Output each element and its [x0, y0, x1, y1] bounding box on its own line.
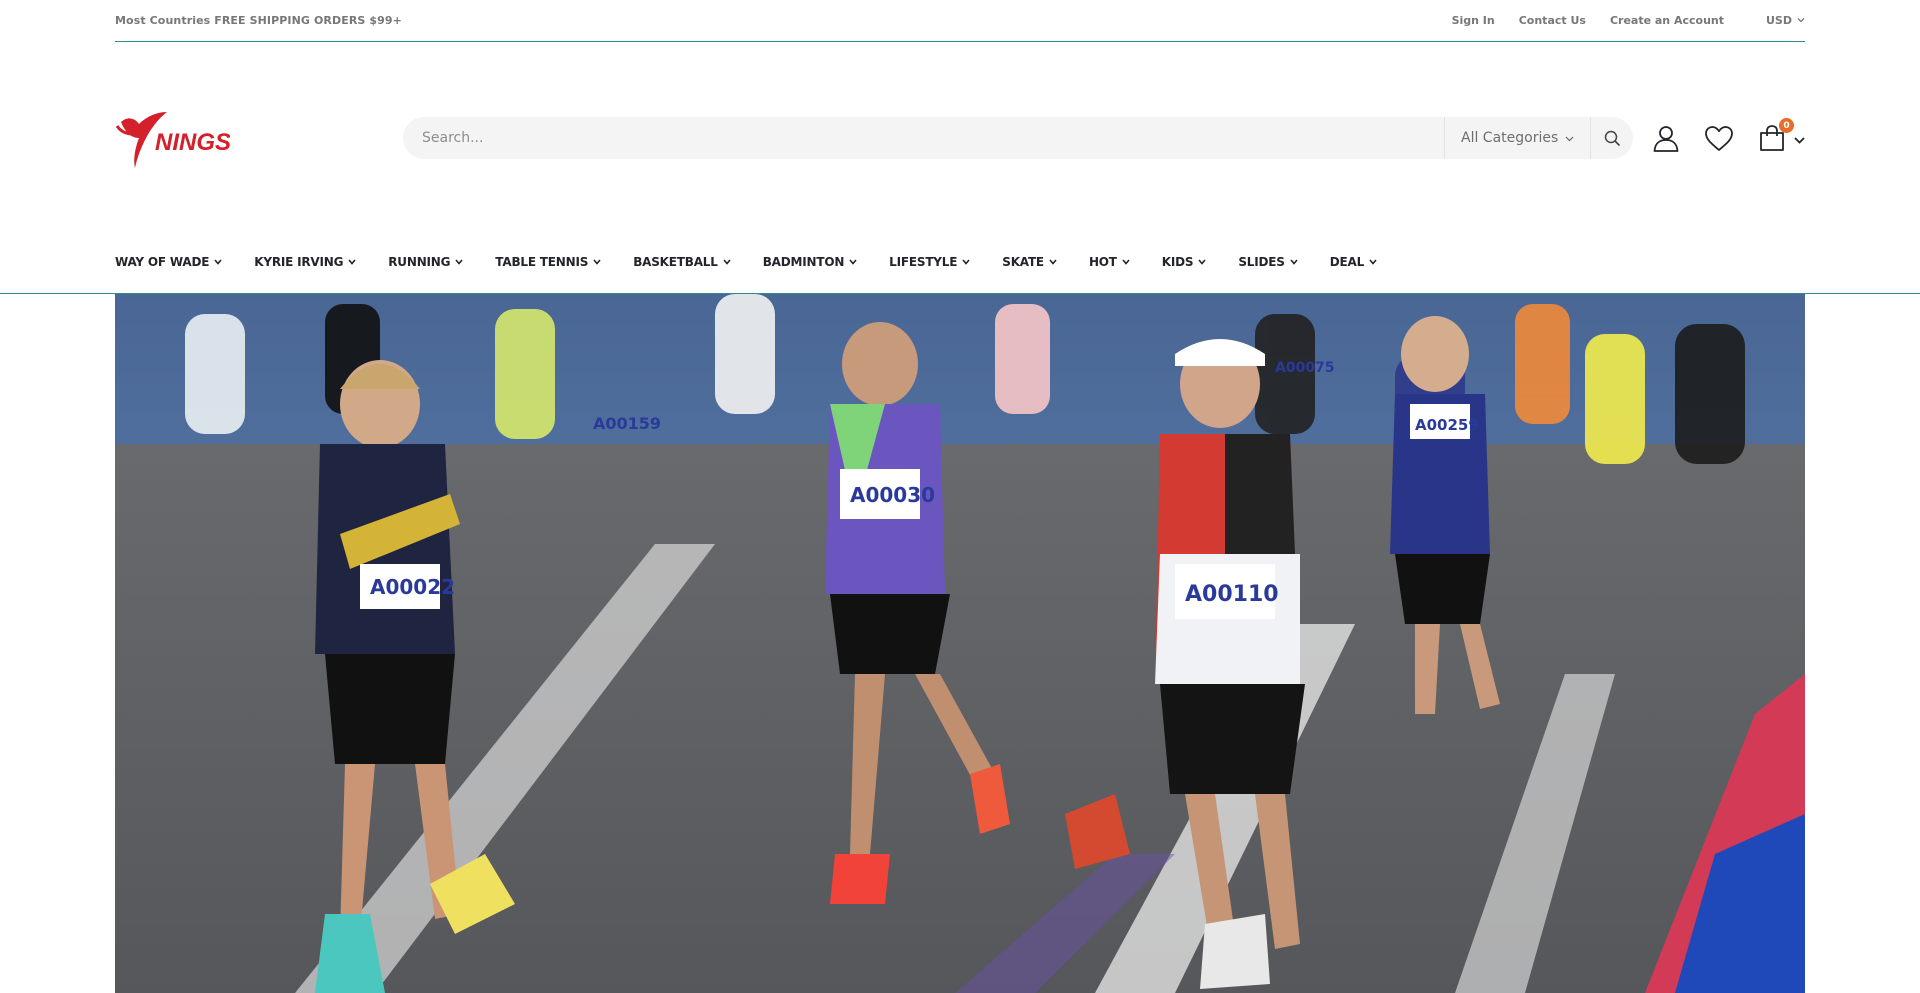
top-bar: Most Countries FREE SHIPPING ORDERS $99+… — [115, 0, 1805, 42]
user-icon — [1653, 126, 1679, 152]
contact-us-link[interactable]: Contact Us — [1519, 14, 1586, 27]
header-icons: 0 — [1630, 116, 1805, 160]
chevron-down-icon — [593, 258, 601, 265]
chevron-down-icon — [1049, 258, 1057, 265]
logo-text: NINGS — [155, 129, 230, 156]
nav-item-label: RUNNING — [388, 254, 451, 269]
nav-item-label: TABLE TENNIS — [495, 254, 589, 269]
nav-item-label: DEAL — [1329, 254, 1365, 269]
chevron-down-icon — [1797, 16, 1805, 25]
nav-item-badminton[interactable]: BADMINTON — [763, 255, 857, 269]
chevron-down-icon — [214, 258, 222, 265]
chevron-down-icon — [1198, 258, 1206, 265]
logo-mark: NINGS — [115, 112, 230, 168]
nav-item-label: SKATE — [1002, 254, 1044, 269]
search-button[interactable] — [1591, 117, 1633, 159]
chevron-down-icon — [849, 258, 857, 265]
bib-number: A00030 — [850, 483, 935, 507]
currency-selector[interactable]: USD — [1766, 14, 1805, 27]
nav-item-table-tennis[interactable]: TABLE TENNIS — [495, 255, 601, 269]
chevron-down-icon — [348, 258, 356, 265]
search-bar: Search... All Categories — [403, 117, 1633, 159]
nav-item-label: BASKETBALL — [633, 254, 718, 269]
chevron-down-icon — [1794, 129, 1805, 148]
chevron-down-icon — [962, 258, 970, 265]
main-nav: WAY OF WADE KYRIE IRVING RUNNING TABLE T… — [115, 248, 1409, 275]
chevron-down-icon — [1369, 258, 1377, 265]
wishlist-button[interactable] — [1704, 125, 1734, 152]
nav-item-hot[interactable]: HOT — [1089, 255, 1130, 269]
nav-item-slides[interactable]: SLIDES — [1238, 254, 1298, 269]
nav-item-label: WAY OF WADE — [115, 254, 210, 269]
sign-in-link[interactable]: Sign In — [1452, 14, 1495, 27]
nav-item-lifestyle[interactable]: LIFESTYLE — [889, 255, 970, 269]
heart-icon — [1705, 125, 1733, 151]
shipping-promo: Most Countries FREE SHIPPING ORDERS $99+ — [115, 14, 402, 27]
nav-item-label: KIDS — [1161, 254, 1194, 269]
top-links: Sign In Contact Us Create an Account USD — [1428, 14, 1805, 27]
bib-number: A00159 — [593, 414, 661, 433]
nav-item-deal[interactable]: DEAL — [1330, 255, 1377, 269]
chevron-down-icon — [723, 258, 731, 265]
account-button[interactable] — [1652, 124, 1680, 152]
nav-item-running[interactable]: RUNNING — [388, 255, 463, 269]
nav-item-label: LIFESTYLE — [889, 254, 958, 269]
nav-item-label: KYRIE IRVING — [254, 254, 344, 269]
cart-count-badge: 0 — [1779, 118, 1794, 133]
bib-number: A00075 — [1275, 360, 1335, 376]
nav-item-label: BADMINTON — [762, 254, 845, 269]
search-icon — [1604, 130, 1620, 146]
bib-number: A00110 — [1185, 582, 1279, 607]
hero-banner[interactable]: A00022 A00030 A00110 A00159 A00075 A0025… — [115, 294, 1805, 993]
nav-item-skate[interactable]: SKATE — [1002, 255, 1057, 269]
site-logo[interactable]: NINGS — [115, 104, 230, 176]
nav-item-label: SLIDES — [1238, 254, 1285, 269]
cart-button[interactable]: 0 — [1758, 118, 1805, 152]
nav-item-label: HOT — [1088, 254, 1117, 269]
search-input[interactable]: Search... — [403, 117, 1444, 159]
currency-label: USD — [1766, 14, 1792, 27]
header: NINGS Search... All Categories 0 — [115, 42, 1805, 232]
bib-number: A00022 — [370, 575, 455, 599]
marathon-runners-image: A00022 A00030 A00110 A00159 A00075 A0025… — [115, 294, 1805, 993]
nav-item-way-of-wade[interactable]: WAY OF WADE — [115, 255, 222, 269]
nav-item-kids[interactable]: KIDS — [1162, 255, 1207, 269]
nav-item-kyrie-irving[interactable]: KYRIE IRVING — [254, 255, 356, 269]
chevron-down-icon — [1565, 130, 1574, 146]
chevron-down-icon — [1122, 258, 1130, 265]
create-account-link[interactable]: Create an Account — [1610, 14, 1724, 27]
category-select[interactable]: All Categories — [1445, 117, 1590, 159]
nav-item-basketball[interactable]: BASKETBALL — [633, 255, 731, 269]
chevron-down-icon — [1290, 258, 1298, 265]
chevron-down-icon — [455, 258, 463, 265]
bib-number: A00259 — [1415, 416, 1479, 434]
category-label: All Categories — [1461, 130, 1559, 146]
